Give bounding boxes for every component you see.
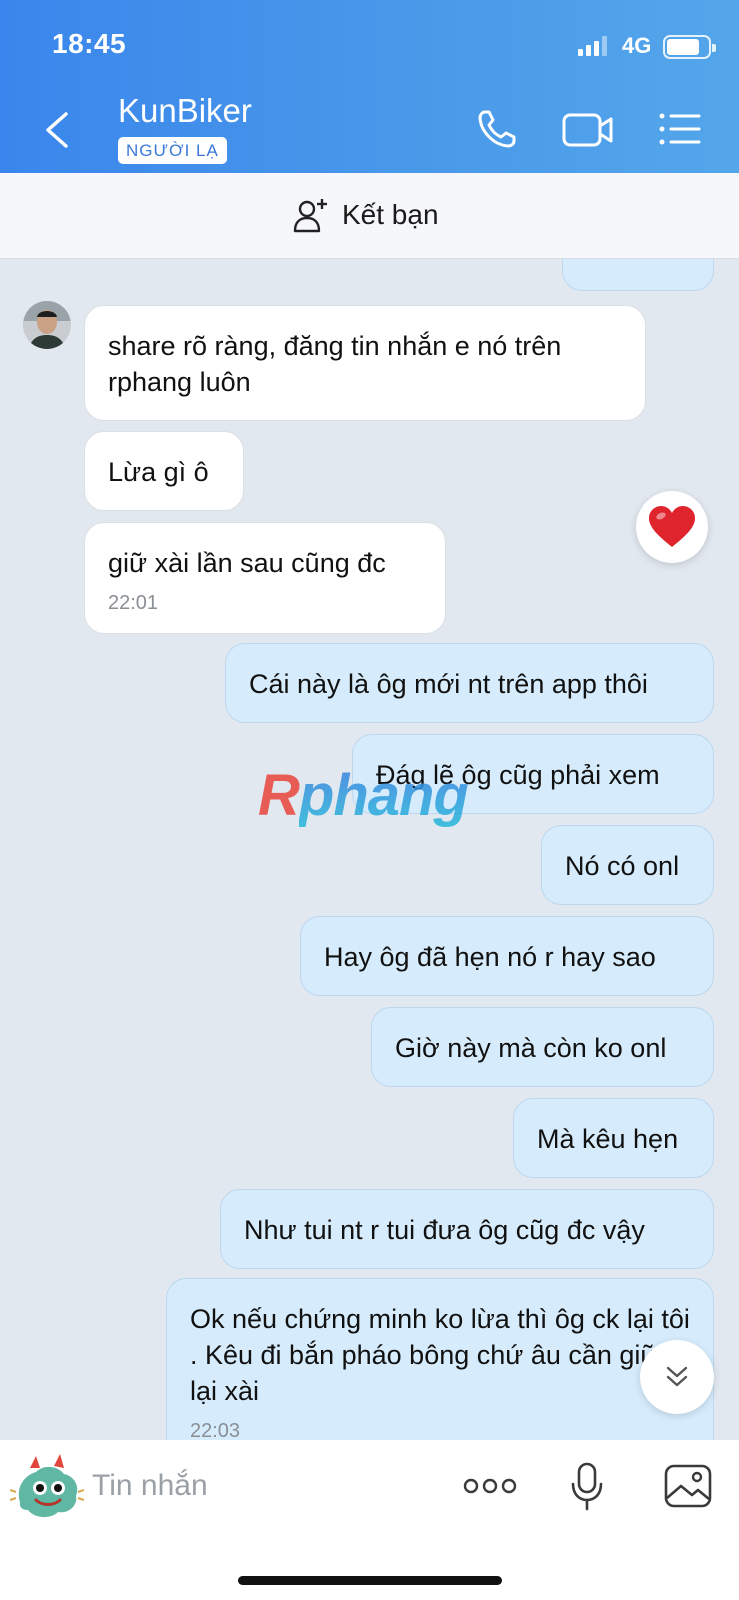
message-bubble-incoming[interactable]: giữ xài lần sau cũng đc 22:01 xyxy=(84,522,446,634)
image-button[interactable] xyxy=(664,1464,712,1508)
double-chevron-down-icon xyxy=(666,1366,688,1387)
composer-bar xyxy=(0,1440,739,1600)
message-time: 22:03 xyxy=(190,1420,241,1440)
message-bubble-partial[interactable] xyxy=(562,259,714,291)
add-friend-button[interactable]: Kết bạn xyxy=(292,197,439,233)
chat-header: 18:45 4G KunBiker NGƯỜI LẠ xyxy=(0,0,739,173)
message-text: Mà kêu hẹn xyxy=(537,1124,679,1154)
contact-name[interactable]: KunBiker xyxy=(118,92,252,130)
message-bubble-outgoing[interactable]: Giờ này mà còn ko onl xyxy=(371,1007,714,1087)
message-text: Hay ôg đã hẹn nó r hay sao xyxy=(324,942,656,972)
message-bubble-outgoing[interactable]: Nó có onl xyxy=(541,825,714,905)
signal-icon xyxy=(578,36,607,56)
message-bubble-outgoing[interactable]: Cái này là ôg mới nt trên app thôi xyxy=(225,643,714,723)
message-bubble-outgoing[interactable]: Mà kêu hẹn xyxy=(513,1098,714,1178)
add-friend-label: Kết bạn xyxy=(342,199,439,230)
message-bubble-outgoing[interactable]: Hay ôg đã hẹn nó r hay sao xyxy=(300,916,714,996)
message-text: Nó có onl xyxy=(565,851,680,881)
message-text: Cái này là ôg mới nt trên app thôi xyxy=(249,669,648,699)
network-label: 4G xyxy=(622,33,652,58)
message-input[interactable] xyxy=(92,1464,422,1508)
message-time: 22:01 xyxy=(108,592,159,614)
message-bubble-outgoing[interactable]: Như tui nt r tui đưa ôg cũg đc vậy xyxy=(220,1189,714,1269)
microphone-button[interactable] xyxy=(570,1462,604,1512)
video-call-button[interactable] xyxy=(562,112,614,148)
sticker-button[interactable] xyxy=(10,1450,84,1524)
watermark-first-letter: R xyxy=(258,763,300,828)
reaction-button[interactable] xyxy=(636,491,708,563)
home-indicator xyxy=(238,1576,502,1585)
contact-avatar[interactable] xyxy=(23,301,71,349)
message-bubble-incoming[interactable]: share rõ ràng, đăng tin nhắn e nó trên r… xyxy=(84,305,646,421)
message-text: share rõ ràng, đăng tin nhắn e nó trên r… xyxy=(108,331,562,397)
status-time: 18:45 xyxy=(52,28,127,59)
rphang-watermark: Rphang xyxy=(258,762,469,829)
message-text: Lừa gì ô xyxy=(108,457,209,487)
message-text: Ok nếu chứng minh ko lừa thì ôg ck lại t… xyxy=(190,1304,690,1406)
menu-button[interactable] xyxy=(659,112,701,146)
add-friend-icon xyxy=(293,199,327,233)
message-text: giữ xài lần sau cũng đc xyxy=(108,548,386,578)
scroll-to-bottom-button[interactable] xyxy=(640,1340,714,1414)
message-text: Như tui nt r tui đưa ôg cũg đc vậy xyxy=(244,1215,645,1245)
more-options-button[interactable] xyxy=(463,1476,517,1496)
back-button[interactable] xyxy=(38,106,78,154)
watermark-rest: phang xyxy=(298,763,469,828)
message-text: Giờ này mà còn ko onl xyxy=(395,1033,667,1063)
add-friend-bar: Kết bạn xyxy=(0,173,739,259)
heart-icon xyxy=(649,506,695,547)
battery-icon xyxy=(663,35,716,59)
message-bubble-incoming[interactable]: Lừa gì ô xyxy=(84,431,244,511)
call-button[interactable] xyxy=(476,108,518,150)
message-bubble-outgoing[interactable]: Ok nếu chứng minh ko lừa thì ôg ck lại t… xyxy=(166,1278,714,1440)
stranger-badge: NGƯỜI LẠ xyxy=(118,137,227,164)
